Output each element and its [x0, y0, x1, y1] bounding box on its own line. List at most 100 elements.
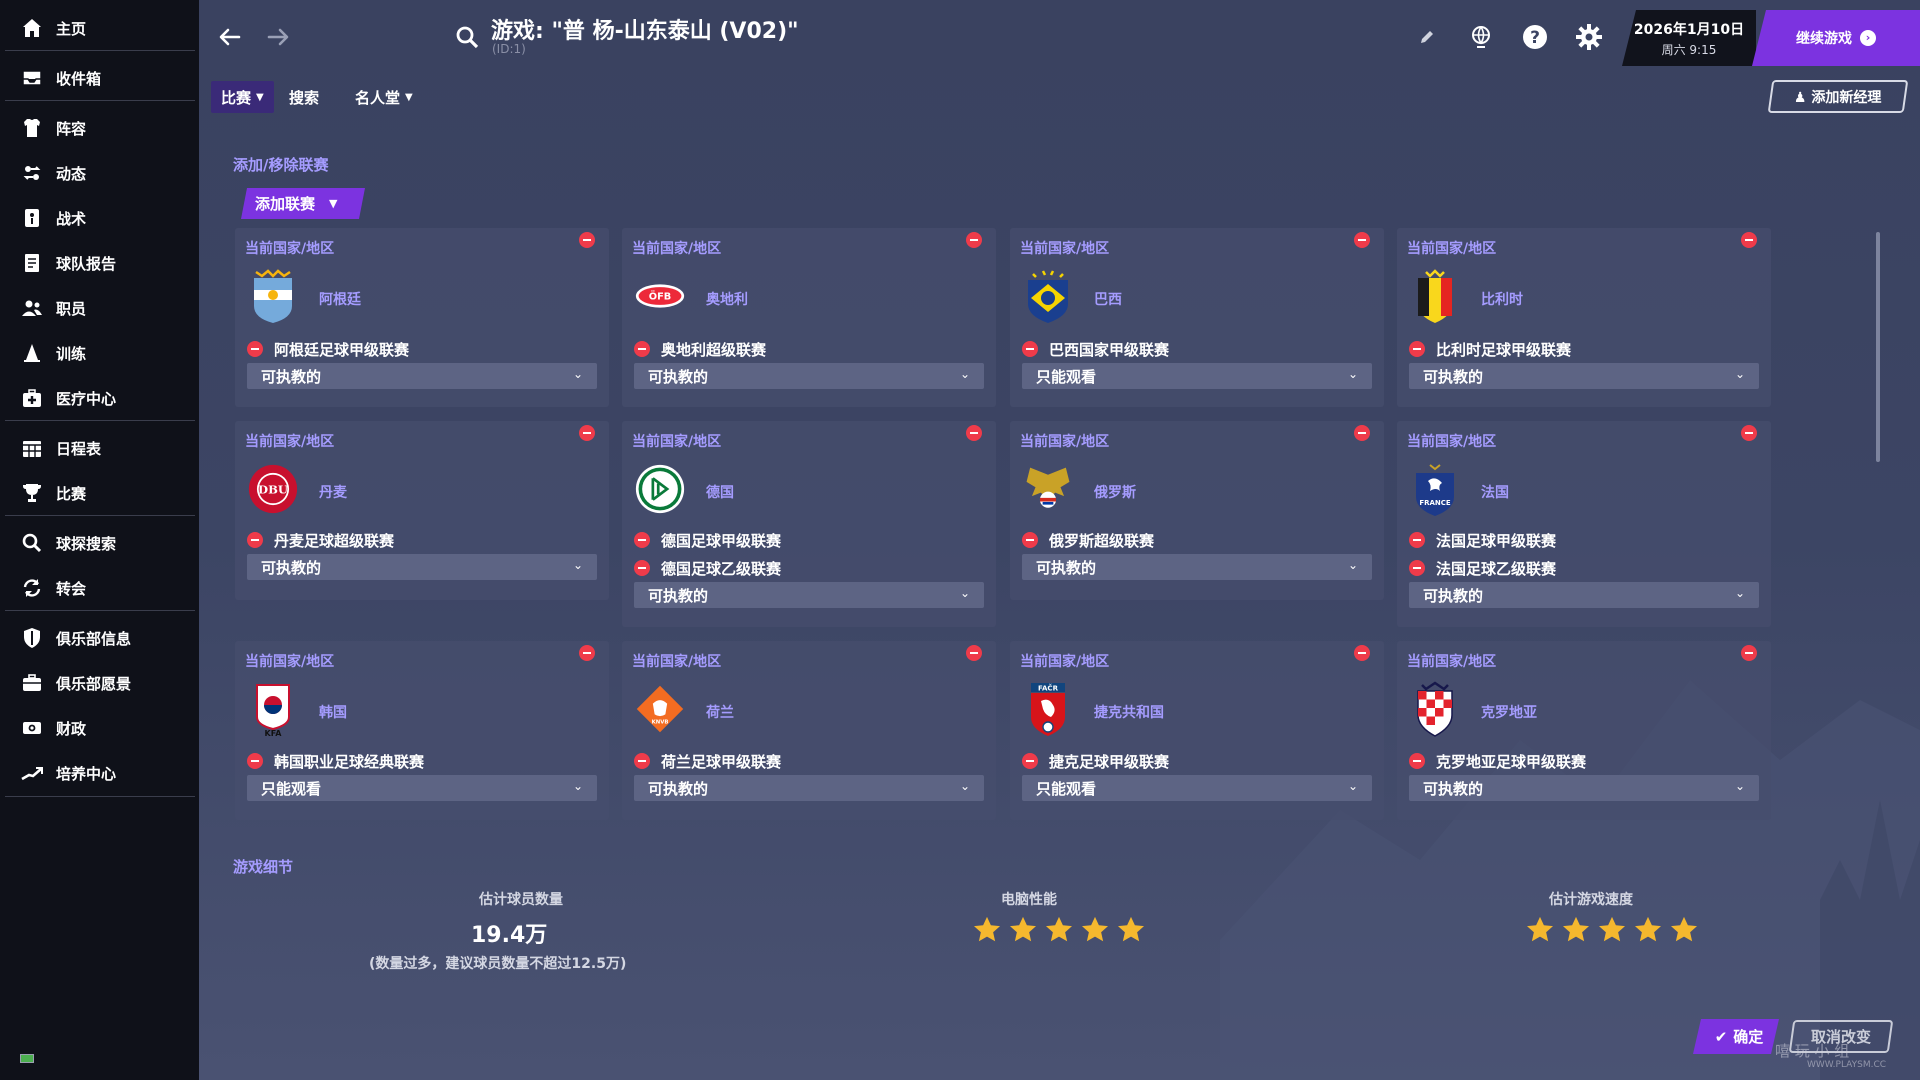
country-name[interactable]: 比利时 [1481, 289, 1523, 309]
sidebar-item-schedule[interactable]: 日程表 [5, 426, 195, 470]
remove-league-button[interactable] [634, 560, 650, 576]
sidebar-item-squad[interactable]: 阵容 [5, 106, 195, 150]
country-name[interactable]: 丹麦 [319, 482, 347, 502]
league-name: 阿根廷足球甲级联赛 [274, 340, 410, 359]
tab-label: 搜索 [289, 88, 320, 107]
players-count-note: (数量过多，建议球员数量不超过12.5万) [369, 956, 627, 972]
league-mode-select[interactable]: 可执教的 ⌄ [1022, 554, 1372, 580]
sidebar-item-staff[interactable]: 职员 [5, 286, 195, 330]
remove-country-button[interactable] [1354, 425, 1370, 441]
country-name[interactable]: 奥地利 [706, 289, 748, 309]
country-name[interactable]: 阿根廷 [319, 289, 361, 309]
sidebar-item-label: 俱乐部愿景 [56, 674, 132, 693]
sidebar-item-label: 动态 [56, 164, 87, 183]
remove-country-button[interactable] [1741, 232, 1757, 248]
league-row: 比利时足球甲级联赛 [1409, 338, 1571, 360]
league-mode-select[interactable]: 可执教的 ⌄ [247, 363, 597, 389]
remove-league-button[interactable] [634, 532, 650, 548]
sidebar-item-inbox[interactable]: 收件箱 [5, 56, 195, 100]
add-new-manager-button[interactable]: ♟ 添加新经理 [1767, 80, 1909, 113]
country-name[interactable]: 俄罗斯 [1094, 482, 1136, 502]
league-mode-select[interactable]: 可执教的 ⌄ [1409, 775, 1759, 801]
tab-competitions[interactable]: 比赛 ▼ [211, 81, 274, 113]
sidebar-item-development[interactable]: 培养中心 [5, 751, 195, 795]
remove-league-button[interactable] [1409, 560, 1425, 576]
transfer-arrows-icon [19, 575, 45, 601]
back-button[interactable] [215, 22, 245, 52]
remove-league-button[interactable] [1409, 753, 1425, 769]
remove-league-button[interactable] [247, 753, 263, 769]
date-display[interactable]: 2026年1月10日 周六 9:15 [1622, 10, 1756, 66]
remove-country-button[interactable] [1741, 645, 1757, 661]
country-name[interactable]: 巴西 [1094, 289, 1122, 309]
sidebar-divider [5, 420, 195, 421]
star-icon [1046, 916, 1072, 942]
sidebar-item-transfers[interactable]: 转会 [5, 566, 195, 610]
league-mode-select[interactable]: 只能观看 ⌄ [1022, 363, 1372, 389]
sidebar-item-dynamics[interactable]: 动态 [5, 151, 195, 195]
remove-league-button[interactable] [247, 532, 263, 548]
remove-league-button[interactable] [247, 341, 263, 357]
remove-league-button[interactable] [1409, 532, 1425, 548]
country-name[interactable]: 捷克共和国 [1094, 702, 1164, 722]
sidebar-item-finances[interactable]: 财政 [5, 706, 195, 750]
select-value: 只能观看 [1036, 367, 1097, 386]
remove-country-button[interactable] [966, 425, 982, 441]
sidebar-item-club-vision[interactable]: 俱乐部愿景 [5, 661, 195, 705]
remove-country-button[interactable] [1354, 232, 1370, 248]
continue-game-button[interactable]: 继续游戏 › [1752, 10, 1920, 66]
league-row: 阿根廷足球甲级联赛 [247, 338, 409, 360]
confirm-button[interactable]: ✔ 确定 [1693, 1019, 1779, 1054]
tab-search[interactable]: 搜索 [279, 81, 329, 113]
svg-text:KNVB: KNVB [652, 719, 669, 725]
country-label: 当前国家/地区 [1407, 434, 1497, 450]
country-label: 当前国家/地区 [1020, 241, 1110, 257]
sidebar-item-tactics[interactable]: 战术 [5, 196, 195, 240]
remove-country-button[interactable] [579, 232, 595, 248]
remove-league-button[interactable] [1409, 341, 1425, 357]
country-name[interactable]: 法国 [1481, 482, 1509, 502]
sidebar-item-scouting[interactable]: 球探搜索 [5, 521, 195, 565]
select-value: 可执教的 [1423, 586, 1484, 605]
pencil-icon[interactable] [1412, 22, 1442, 52]
league-mode-select[interactable]: 可执教的 ⌄ [247, 554, 597, 580]
gear-icon[interactable] [1574, 22, 1604, 52]
help-icon[interactable]: ? [1520, 22, 1550, 52]
select-value: 可执教的 [1423, 367, 1484, 386]
remove-country-button[interactable] [966, 232, 982, 248]
league-mode-select[interactable]: 可执教的 ⌄ [634, 775, 984, 801]
country-name[interactable]: 荷兰 [706, 702, 734, 722]
remove-league-button[interactable] [1022, 753, 1038, 769]
league-mode-select[interactable]: 只能观看 ⌄ [1022, 775, 1372, 801]
search-icon[interactable] [454, 24, 480, 50]
league-mode-select[interactable]: 只能观看 ⌄ [247, 775, 597, 801]
country-label: 当前国家/地区 [632, 241, 722, 257]
remove-country-button[interactable] [579, 645, 595, 661]
sidebar-item-medical[interactable]: 医疗中心 [5, 376, 195, 420]
sidebar-item-competitions[interactable]: 比赛 [5, 471, 195, 515]
forward-button[interactable] [263, 22, 293, 52]
sidebar-item-club-info[interactable]: 俱乐部信息 [5, 616, 195, 660]
sidebar-item-training[interactable]: 训练 [5, 331, 195, 375]
remove-country-button[interactable] [966, 645, 982, 661]
league-mode-select[interactable]: 可执教的 ⌄ [634, 363, 984, 389]
country-name[interactable]: 韩国 [319, 702, 347, 722]
remove-country-button[interactable] [1354, 645, 1370, 661]
remove-league-button[interactable] [634, 341, 650, 357]
remove-country-button[interactable] [1741, 425, 1757, 441]
add-league-button[interactable]: 添加联赛 ▼ [241, 188, 365, 219]
remove-league-button[interactable] [1022, 532, 1038, 548]
sidebar-item-team-report[interactable]: 球队报告 [5, 241, 195, 285]
remove-league-button[interactable] [1022, 341, 1038, 357]
remove-league-button[interactable] [634, 753, 650, 769]
remove-country-button[interactable] [579, 425, 595, 441]
scrollbar[interactable] [1876, 232, 1880, 462]
league-mode-select[interactable]: 可执教的 ⌄ [634, 582, 984, 608]
tab-hall-of-fame[interactable]: 名人堂 ▼ [345, 81, 423, 113]
sidebar-item-home[interactable]: 主页 [5, 6, 195, 50]
league-mode-select[interactable]: 可执教的 ⌄ [1409, 363, 1759, 389]
country-name[interactable]: 克罗地亚 [1481, 702, 1537, 722]
globe-icon[interactable] [1466, 22, 1496, 52]
country-name[interactable]: 德国 [706, 482, 734, 502]
league-mode-select[interactable]: 可执教的 ⌄ [1409, 582, 1759, 608]
